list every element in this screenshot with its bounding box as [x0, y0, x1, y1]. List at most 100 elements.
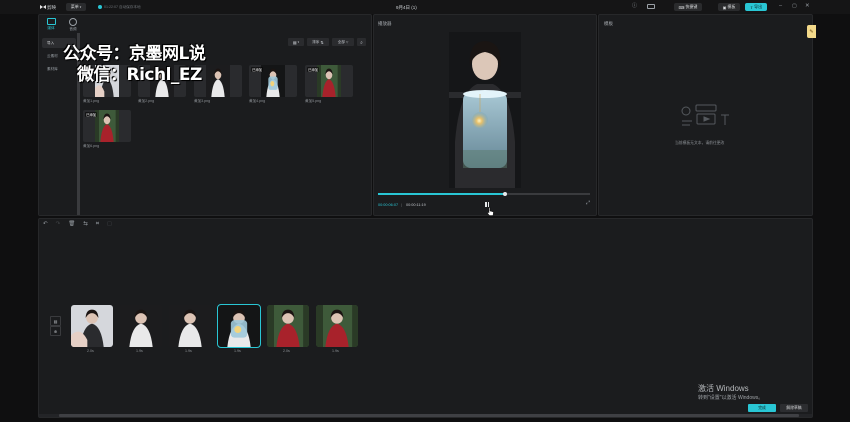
- timeline-panel: ↶ ↷ 🗑 ⇆ ⌗ ▢ ▤ ⊕ 2.0s 1.9s 1.9s 1.9s 2.0s 1.9s: [38, 218, 813, 418]
- watermark-line2: 微信：Richl_EZ: [77, 65, 202, 85]
- shortcut-label: 快捷键: [685, 4, 698, 9]
- media-item[interactable]: 已添加黄加6.png: [83, 110, 131, 152]
- fullscreen-icon[interactable]: ⤢: [586, 201, 590, 206]
- menu-button[interactable]: 菜单 ▾: [66, 3, 86, 11]
- player-title: 播放器: [378, 21, 392, 26]
- media-item[interactable]: 已添加黄加5.png: [305, 65, 353, 107]
- filter-label: 全部: [337, 39, 345, 44]
- playback-progress-track[interactable]: [378, 191, 590, 196]
- cancel-draft-button[interactable]: 解除草稿: [780, 404, 808, 412]
- sidebar-item-library[interactable]: 素材库: [42, 64, 76, 74]
- delete-icon[interactable]: 🗑: [68, 221, 75, 228]
- add-icon: ⊕: [53, 328, 58, 334]
- redo-icon: ↷: [55, 221, 61, 227]
- media-image: [95, 110, 120, 142]
- template-button[interactable]: ▣ 模板: [718, 3, 740, 11]
- search-icon: ⌕: [360, 39, 363, 45]
- activation-title: 激活 Windows: [698, 384, 749, 393]
- layout-icon[interactable]: [647, 4, 655, 9]
- playback-progress-fill: [378, 193, 506, 195]
- filter-button[interactable]: 全部 ▽: [332, 38, 354, 46]
- media-image: [206, 65, 230, 97]
- timeline-scrollbar-thumb[interactable]: [59, 414, 799, 417]
- track-mute-button[interactable]: ▤: [50, 316, 61, 326]
- cancel-label: 解除草稿: [786, 405, 802, 410]
- menu-label: 菜单: [70, 4, 79, 9]
- undo-icon[interactable]: ↶: [43, 221, 48, 228]
- clip-duration: 2.0s: [283, 349, 290, 353]
- crop-icon[interactable]: ⌗: [96, 221, 99, 228]
- added-badge: 已添加: [251, 67, 264, 72]
- search-button[interactable]: ⌕: [357, 38, 366, 46]
- timeline-clip[interactable]: [71, 305, 113, 347]
- app-logo-text: 剪映: [47, 4, 56, 10]
- autosave-text: 01:22:07 自动保存本地: [104, 5, 141, 9]
- media-item-name: 黄加5.png: [305, 99, 322, 103]
- minimize-icon[interactable]: –: [779, 3, 782, 10]
- added-badge: 已添加: [85, 112, 98, 117]
- timeline-scrollbar[interactable]: [39, 414, 812, 417]
- media-thumbnail[interactable]: 已添加: [83, 110, 131, 142]
- total-time: 00:00:11:19: [406, 203, 426, 207]
- shortcut-button[interactable]: ⌨ 快捷键: [674, 3, 702, 11]
- clip-image: [316, 305, 358, 347]
- clip-duration: 1.9s: [234, 349, 241, 353]
- timeline-clip[interactable]: [316, 305, 358, 347]
- clip-duration: 1.9s: [136, 349, 143, 353]
- media-item-name: 黄加1.png: [83, 99, 100, 103]
- media-item-name: 黄加4.png: [249, 99, 266, 103]
- clip-duration: 1.9s: [185, 349, 192, 353]
- help-icon[interactable]: ⓘ: [632, 3, 637, 9]
- template-icon: ▣: [722, 4, 727, 10]
- template-label: 模板: [727, 4, 736, 9]
- sidebar-item-library-label: 素材库: [47, 66, 58, 71]
- audio-icon: [69, 18, 77, 26]
- top-bar: 剪映 菜单 ▾ 01:22:07 自动保存本地 9月4日 (1) ⓘ ⌨ 快捷键…: [0, 0, 850, 14]
- media-panel: 媒体 音频 导入 云素材 素材库 ▦ ▾ 排序 ⇅ 全部 ▽ ⌕ 黄加1.png 黄…: [38, 14, 372, 216]
- empty-state-text: 当前模板无文本，请前往更改: [675, 141, 725, 145]
- player-panel: 播放器 00:00:06:07 | 00:00:11:19 ⤢: [373, 14, 597, 216]
- tab-media[interactable]: 媒体: [43, 16, 59, 32]
- timeline-clip[interactable]: [267, 305, 309, 347]
- audio-track-icon: ▤: [53, 318, 58, 324]
- sidebar-item-import-label: 导入: [47, 40, 55, 45]
- media-icon: [46, 18, 56, 25]
- media-item-name: 黄加2.png: [138, 99, 155, 103]
- sidebar-item-cloud-label: 云素材: [47, 53, 58, 58]
- clip-image: [218, 305, 260, 347]
- media-item-name: 黄加6.png: [83, 144, 100, 148]
- autosave-icon: [98, 5, 102, 9]
- chevron-down-icon: ▾: [297, 40, 300, 44]
- sort-button[interactable]: 排序 ⇅: [307, 38, 329, 46]
- tab-media-label: 媒体: [47, 26, 55, 30]
- template-panel: 模板 当前模板无文本，请前往更改: [598, 14, 813, 216]
- close-icon[interactable]: ✕: [805, 3, 810, 10]
- video-preview[interactable]: [449, 32, 521, 188]
- media-item[interactable]: 已添加黄加4.png: [249, 65, 297, 107]
- timeline-clip[interactable]: [120, 305, 162, 347]
- media-image: [261, 65, 285, 97]
- done-button[interactable]: 完成: [748, 404, 776, 412]
- grid-icon: ▦: [292, 39, 297, 45]
- tab-audio-label: 音频: [69, 26, 77, 31]
- view-toggle-button[interactable]: ▦ ▾: [288, 38, 304, 46]
- tab-audio[interactable]: 音频: [65, 16, 81, 32]
- playback-scrubber-handle[interactable]: [503, 191, 508, 196]
- clip-image: [169, 305, 211, 347]
- media-thumbnail[interactable]: 已添加: [305, 65, 353, 97]
- clip-image: [120, 305, 162, 347]
- replace-icon[interactable]: ⇆: [83, 221, 88, 228]
- timeline-clip[interactable]: [169, 305, 211, 347]
- export-button[interactable]: ⇪ 导出: [745, 3, 767, 11]
- floating-assistant-icon[interactable]: ✎: [807, 25, 816, 38]
- sort-label: 排序: [312, 39, 320, 44]
- media-image: [317, 65, 342, 97]
- app-logo-icon: [40, 4, 46, 10]
- clip-image: [267, 305, 309, 347]
- media-thumbnail[interactable]: 已添加: [249, 65, 297, 97]
- disabled-tool-icon: ▢: [106, 221, 113, 227]
- sort-icon: ⇅: [320, 39, 324, 45]
- maximize-icon[interactable]: ▢: [792, 3, 797, 9]
- timeline-clip-selected[interactable]: [217, 304, 261, 348]
- track-add-button[interactable]: ⊕: [50, 326, 61, 336]
